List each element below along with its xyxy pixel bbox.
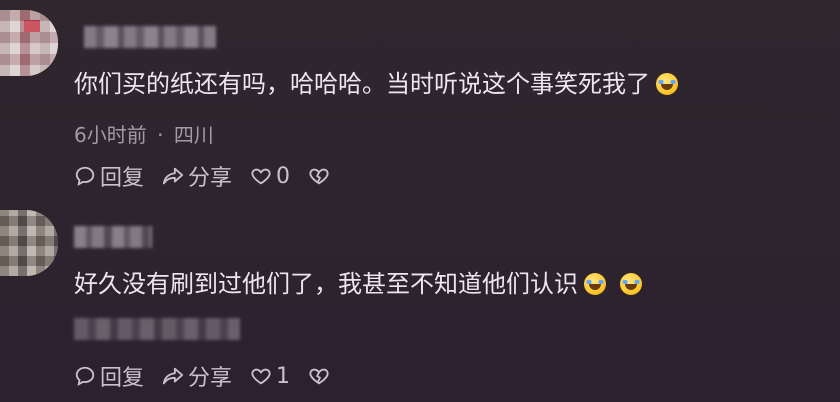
comment-time: 6小时前 bbox=[74, 123, 147, 147]
speech-bubble-icon bbox=[75, 366, 95, 386]
avatar[interactable] bbox=[0, 210, 58, 276]
comment-actions: 回复 分享 0 bbox=[74, 160, 352, 192]
share-label: 分享 bbox=[188, 366, 233, 391]
avatar[interactable] bbox=[0, 10, 58, 76]
dislike-button[interactable] bbox=[308, 165, 334, 187]
broken-heart-icon bbox=[309, 368, 329, 385]
comment-text-body: 你们买的纸还有吗，哈哈哈。当时听说这个事笑死我了 bbox=[74, 70, 650, 98]
share-arrow-icon bbox=[162, 367, 184, 385]
username-blurred[interactable] bbox=[84, 26, 216, 48]
broken-heart-icon bbox=[309, 168, 329, 185]
meta-separator: · bbox=[157, 123, 164, 147]
username-blurred[interactable] bbox=[74, 226, 152, 248]
comment-text-body: 好久没有刷到过他们了，我甚至不知道他们认识 bbox=[74, 270, 578, 298]
share-button[interactable]: 分享 bbox=[162, 360, 232, 392]
share-arrow-icon bbox=[162, 167, 184, 185]
like-button[interactable]: 1 bbox=[250, 364, 290, 389]
comment-meta: 6小时前 · 四川 bbox=[74, 119, 214, 148]
like-button[interactable]: 0 bbox=[250, 164, 290, 189]
speech-bubble-icon bbox=[75, 166, 95, 186]
laughing-emoji-icon bbox=[620, 273, 642, 295]
laughing-emoji-icon bbox=[656, 73, 678, 95]
sub-line-blurred bbox=[74, 318, 240, 340]
comment-text: 你们买的纸还有吗，哈哈哈。当时听说这个事笑死我了 bbox=[74, 67, 678, 101]
comment-actions: 回复 分享 1 bbox=[74, 360, 352, 392]
heart-icon bbox=[251, 168, 271, 185]
like-count: 1 bbox=[276, 363, 291, 389]
comment-text: 好久没有刷到过他们了，我甚至不知道他们认识 bbox=[74, 267, 642, 301]
dislike-button[interactable] bbox=[308, 365, 334, 387]
reply-button[interactable]: 回复 bbox=[74, 360, 144, 392]
avatar-accent bbox=[24, 20, 40, 32]
laughing-emoji-icon bbox=[584, 273, 606, 295]
reply-button[interactable]: 回复 bbox=[74, 160, 144, 192]
heart-icon bbox=[251, 368, 271, 385]
like-count: 0 bbox=[276, 163, 291, 189]
reply-label: 回复 bbox=[100, 166, 145, 191]
comment-location: 四川 bbox=[173, 123, 214, 147]
share-label: 分享 bbox=[188, 166, 233, 191]
share-button[interactable]: 分享 bbox=[162, 160, 232, 192]
reply-label: 回复 bbox=[100, 366, 145, 391]
